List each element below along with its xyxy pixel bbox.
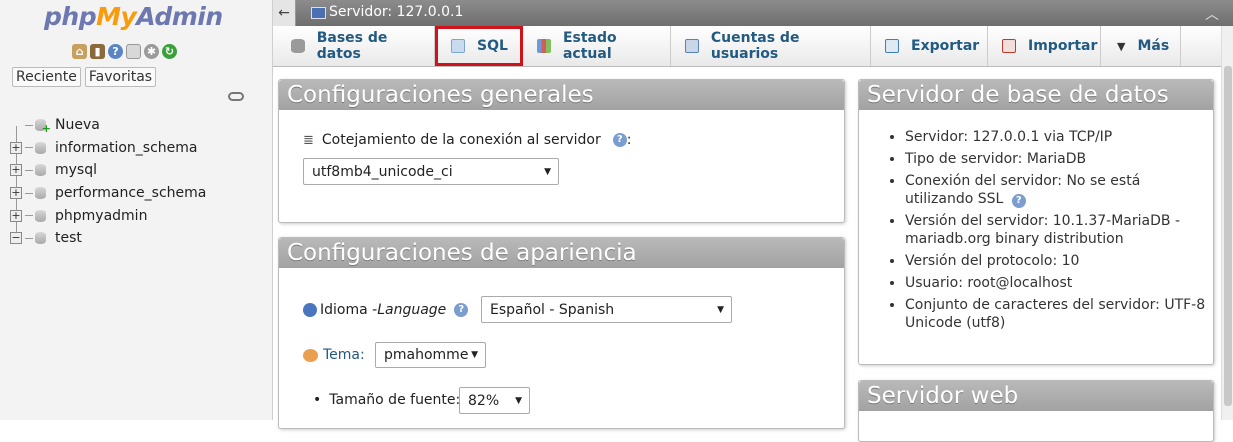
help-icon[interactable]: ? <box>108 44 123 59</box>
sql-tab-highlight <box>435 26 523 66</box>
nav-icon-bar: ⌂ ▮ ? ✱ ↻ <box>72 44 177 59</box>
tab-databases[interactable]: Bases de datos <box>273 26 435 66</box>
chevron-down-icon: ▼ <box>515 395 522 406</box>
tree-item-new[interactable]: Nueva <box>10 114 206 137</box>
list-item: Versión del protocolo: 10 <box>905 252 1211 270</box>
database-tree: Nueva + information_schema + mysql + per… <box>10 114 206 250</box>
collation-icon: ≣ <box>303 132 314 148</box>
font-size-select[interactable]: 82% ▼ <box>459 387 530 414</box>
collation-select[interactable]: utf8mb4_unicode_ci ▼ <box>303 158 559 185</box>
tab-user-accounts[interactable]: Cuentas de usuarios <box>671 26 871 66</box>
list-item: Servidor: 127.0.0.1 via TCP/IP <box>905 128 1211 146</box>
collation-label: Cotejamiento de la conexión al servidor <box>321 132 601 148</box>
database-icon <box>35 232 46 245</box>
server-breadcrumb[interactable]: Servidor: 127.0.0.1 <box>329 4 463 20</box>
collapse-icon[interactable]: − <box>10 232 22 245</box>
panel-title: Servidor web <box>859 381 1213 411</box>
reload-icon[interactable]: ↻ <box>162 44 177 59</box>
list-item: Conjunto de caracteres del servidor: UTF… <box>905 296 1211 332</box>
tab-export[interactable]: Exportar <box>871 26 988 66</box>
phpmyadmin-logo[interactable]: phpMyAdmin <box>44 2 223 31</box>
database-icon <box>35 187 46 200</box>
logout-icon[interactable]: ▮ <box>90 44 105 59</box>
chevron-down-icon: ▼ <box>544 166 551 177</box>
users-icon <box>685 39 699 53</box>
docs-icon[interactable] <box>126 44 141 59</box>
tab-more[interactable]: ▼ Más <box>1101 26 1181 66</box>
tab-status[interactable]: Estado actual <box>523 26 671 66</box>
expand-icon[interactable]: + <box>10 141 22 154</box>
theme-link[interactable]: Tema: <box>323 347 365 363</box>
navigation-panel: phpMyAdmin ⌂ ▮ ? ✱ ↻ Reciente Favoritas … <box>0 0 273 420</box>
list-item: Tipo de servidor: MariaDB <box>905 150 1211 168</box>
caret-down-icon: ▼ <box>1117 39 1126 53</box>
language-icon <box>303 303 317 317</box>
list-item: Versión del servidor: 10.1.37-MariaDB - … <box>905 212 1211 248</box>
list-item: Usuario: root@localhost <box>905 274 1211 292</box>
link-with-main-panel-icon[interactable] <box>228 92 244 101</box>
tree-item-phpmyadmin[interactable]: + phpmyadmin <box>10 204 206 227</box>
expand-icon[interactable]: + <box>10 187 22 200</box>
panel-title: Configuraciones generales <box>279 80 844 110</box>
tab-import[interactable]: Importar <box>988 26 1101 66</box>
export-icon <box>885 39 899 53</box>
help-icon[interactable]: ? <box>612 133 627 147</box>
tree-item-mysql[interactable]: + mysql <box>10 159 206 182</box>
new-database-icon <box>35 119 51 135</box>
chevron-down-icon: ▼ <box>717 304 724 315</box>
settings-icon[interactable]: ✱ <box>144 44 159 59</box>
list-item: Conexión del servidor: No se está utiliz… <box>905 172 1211 208</box>
collapse-nav-button[interactable]: ← <box>273 0 296 26</box>
language-select[interactable]: Español - Spanish ▼ <box>481 296 732 323</box>
expand-icon[interactable]: + <box>10 209 22 222</box>
recent-tab[interactable]: Reciente <box>12 67 81 87</box>
panel-title: Configuraciones de apariencia <box>279 238 844 268</box>
database-icon <box>35 209 46 222</box>
language-label: Idioma - <box>320 302 378 318</box>
main-tabs: Bases de datos SQL Estado actual Cuentas… <box>273 26 1233 67</box>
server-info-list: Servidor: 127.0.0.1 via TCP/IP Tipo de s… <box>887 128 1211 336</box>
panel-title: Servidor de base de datos <box>859 80 1213 110</box>
server-icon <box>311 7 326 19</box>
home-icon[interactable]: ⌂ <box>72 44 87 59</box>
scrollbar-thumb[interactable] <box>1224 66 1232 406</box>
help-icon[interactable]: ? <box>1011 194 1026 208</box>
database-icon <box>35 141 46 154</box>
tree-item-performance-schema[interactable]: + performance_schema <box>10 182 206 205</box>
favorites-tab[interactable]: Favoritas <box>84 67 157 87</box>
tree-item-test[interactable]: − test <box>10 227 206 250</box>
help-icon[interactable]: ? <box>454 303 469 317</box>
theme-palette-icon <box>303 348 318 362</box>
font-size-label: Tamaño de fuente: <box>329 392 461 408</box>
database-server-panel: Servidor de base de datos Servidor: 127.… <box>858 79 1214 365</box>
general-settings-panel: Configuraciones generales ≣ Cotejamiento… <box>278 79 845 223</box>
status-icon <box>537 39 551 53</box>
main-scrollbar[interactable] <box>1221 26 1233 420</box>
chevron-down-icon: ▼ <box>471 350 478 360</box>
theme-select[interactable]: pmahomme ▼ <box>375 342 486 368</box>
expand-icon[interactable]: + <box>10 164 22 177</box>
appearance-settings-panel: Configuraciones de apariencia Idioma - L… <box>278 237 845 429</box>
server-breadcrumb-bar: ← Servidor: 127.0.0.1 ︿ <box>273 0 1233 26</box>
tree-item-information-schema[interactable]: + information_schema <box>10 137 206 160</box>
web-server-panel: Servidor web <box>858 380 1214 442</box>
database-icon <box>35 164 46 177</box>
nav-tabs: Reciente Favoritas <box>12 67 157 87</box>
database-icon <box>291 39 305 53</box>
collapse-top-icon[interactable]: ︿ <box>1205 4 1219 24</box>
import-icon <box>1002 39 1016 53</box>
